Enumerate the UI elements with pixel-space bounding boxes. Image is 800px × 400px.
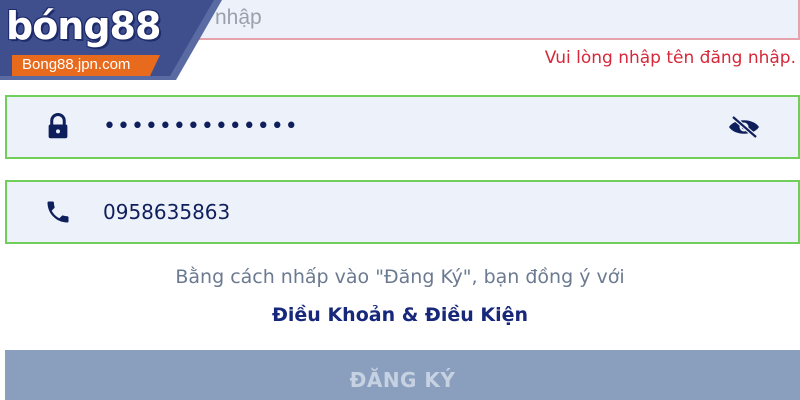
terms-notice: Bằng cách nhấp vào "Đăng Ký", bạn đồng ý… — [175, 266, 625, 288]
username-input-wrap[interactable]: nhập — [215, 0, 262, 38]
lock-icon — [41, 110, 75, 144]
phone-input[interactable]: 0958635863 — [103, 200, 764, 224]
register-button[interactable]: ĐĂNG KÝ — [5, 350, 800, 400]
username-error-message: Vui lòng nhập tên đăng nhập. — [544, 48, 796, 68]
registration-screen: nhập bóng88 Bong88.jpn.com Vui lòng nhập… — [0, 0, 800, 400]
terms-link[interactable]: Điều Khoản & Điều Kiện — [0, 304, 800, 326]
password-input[interactable]: •••••••••••••• — [103, 116, 724, 138]
username-placeholder: nhập — [215, 6, 262, 29]
phone-icon — [41, 195, 75, 229]
logo-wordmark: bóng88 — [6, 4, 161, 48]
phone-field[interactable]: 0958635863 — [5, 180, 800, 244]
eye-slash-icon[interactable] — [724, 110, 764, 144]
password-field[interactable]: •••••••••••••• — [5, 95, 800, 159]
brand-logo: bóng88 Bong88.jpn.com — [0, 0, 222, 80]
logo-domain: Bong88.jpn.com — [22, 56, 131, 73]
